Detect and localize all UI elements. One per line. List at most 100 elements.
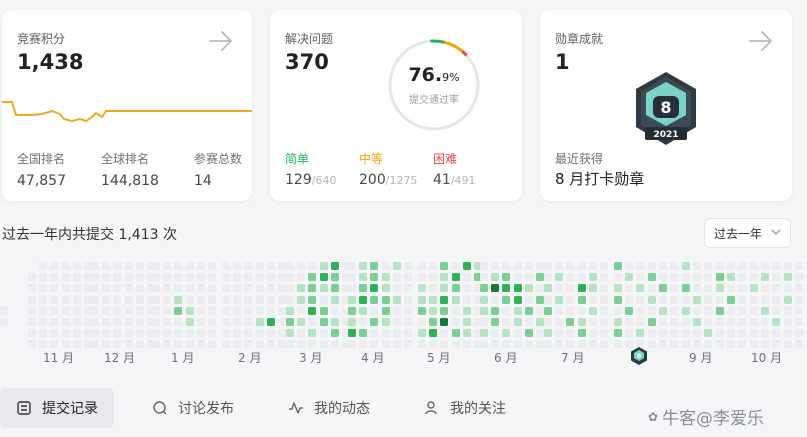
heatmap-cell[interactable] [185, 273, 194, 282]
heatmap-cell[interactable] [330, 284, 339, 293]
heatmap-cell[interactable] [536, 295, 544, 304]
heatmap-cell[interactable] [636, 262, 645, 270]
heatmap-cell[interactable] [255, 262, 264, 270]
heatmap-cell[interactable] [429, 318, 438, 326]
heatmap-cell[interactable] [783, 340, 792, 349]
heatmap-cell[interactable] [502, 329, 511, 338]
heatmap-cell[interactable] [255, 306, 264, 315]
heatmap-cell[interactable] [600, 284, 608, 293]
heatmap-cell[interactable] [348, 262, 356, 270]
heatmap-cell[interactable] [693, 340, 702, 349]
heatmap-cell[interactable] [392, 284, 401, 293]
heatmap-cell[interactable] [244, 329, 253, 338]
heatmap-cell[interactable] [404, 295, 412, 304]
heatmap-cell[interactable] [255, 329, 264, 338]
heatmap-cell[interactable] [738, 306, 746, 315]
heatmap-cell[interactable] [370, 262, 379, 270]
heatmap-cell[interactable] [524, 273, 533, 282]
heatmap-cell[interactable] [208, 329, 216, 338]
heatmap-cell[interactable] [658, 306, 667, 315]
heatmap-cell[interactable] [536, 340, 544, 349]
heatmap-cell[interactable] [208, 306, 216, 315]
heatmap-cell[interactable] [233, 284, 242, 293]
heatmap-cell[interactable] [233, 318, 242, 326]
heatmap-cell[interactable] [91, 340, 99, 349]
heatmap-cell[interactable] [761, 306, 770, 315]
heatmap-cell[interactable] [418, 318, 426, 326]
heatmap-cell[interactable] [381, 318, 390, 326]
heatmap-cell[interactable] [577, 318, 586, 326]
heatmap-cell[interactable] [658, 340, 667, 349]
heatmap-cell[interactable] [783, 318, 792, 326]
heatmap-cell[interactable] [418, 284, 426, 293]
heatmap-cell[interactable] [761, 329, 770, 338]
heatmap-cell[interactable] [502, 306, 511, 315]
heatmap-cell[interactable] [308, 273, 317, 282]
heatmap-cell[interactable] [761, 318, 770, 326]
heatmap-cell[interactable] [91, 329, 99, 338]
heatmap-cell[interactable] [152, 329, 160, 338]
heatmap-cell[interactable] [0, 306, 8, 315]
heatmap-cell[interactable] [536, 329, 544, 338]
heatmap-cell[interactable] [682, 306, 690, 315]
heatmap-cell[interactable] [163, 340, 172, 349]
heatmap-cell[interactable] [726, 295, 735, 304]
heatmap-cell[interactable] [682, 262, 690, 270]
heatmap-cell[interactable] [319, 295, 328, 304]
heatmap-cell[interactable] [196, 306, 205, 315]
heatmap-cell[interactable] [480, 295, 488, 304]
heatmap-cell[interactable] [124, 295, 133, 304]
heatmap-cell[interactable] [72, 284, 81, 293]
heatmap-cell[interactable] [255, 318, 264, 326]
heatmap-cell[interactable] [359, 329, 368, 338]
heatmap-cell[interactable] [429, 273, 438, 282]
heatmap-cell[interactable] [28, 284, 36, 293]
heatmap-cell[interactable] [451, 262, 460, 270]
heatmap-cell[interactable] [491, 262, 500, 270]
heatmap-cell[interactable] [614, 284, 622, 293]
heatmap-cell[interactable] [761, 295, 770, 304]
heatmap-cell[interactable] [135, 318, 144, 326]
heatmap-cell[interactable] [297, 318, 306, 326]
heatmap-cell[interactable] [244, 262, 253, 270]
heatmap-cell[interactable] [555, 273, 564, 282]
heatmap-cell[interactable] [196, 262, 205, 270]
heatmap-cell[interactable] [715, 329, 724, 338]
heatmap-cell[interactable] [566, 306, 575, 315]
heatmap-cell[interactable] [480, 273, 488, 282]
heatmap-cell[interactable] [124, 329, 133, 338]
heatmap-cell[interactable] [163, 306, 172, 315]
heatmap-cell[interactable] [297, 295, 306, 304]
heatmap-cell[interactable] [266, 295, 275, 304]
heatmap-cell[interactable] [772, 318, 781, 326]
heatmap-cell[interactable] [658, 318, 667, 326]
heatmap-cell[interactable] [726, 262, 735, 270]
heatmap-cell[interactable] [404, 340, 412, 349]
heatmap-cell[interactable] [772, 273, 781, 282]
heatmap-cell[interactable] [462, 340, 471, 349]
heatmap-cell[interactable] [185, 295, 194, 304]
heatmap-cell[interactable] [636, 273, 645, 282]
heatmap-cell[interactable] [359, 273, 368, 282]
heatmap-cell[interactable] [297, 273, 306, 282]
heatmap-cell[interactable] [255, 273, 264, 282]
heatmap-cell[interactable] [418, 329, 426, 338]
heatmap-cell[interactable] [61, 262, 70, 270]
heatmap-cell[interactable] [124, 262, 133, 270]
time-range-select[interactable]: 过去一年 [704, 218, 791, 248]
heatmap-cell[interactable] [772, 284, 781, 293]
heatmap-cell[interactable] [61, 340, 70, 349]
heatmap-cell[interactable] [222, 295, 230, 304]
heatmap-cell[interactable] [348, 340, 356, 349]
heatmap-cell[interactable] [174, 273, 183, 282]
heatmap-cell[interactable] [704, 318, 713, 326]
heatmap-cell[interactable] [670, 329, 678, 338]
heatmap-cell[interactable] [381, 262, 390, 270]
heatmap-cell[interactable] [738, 273, 746, 282]
heatmap-cell[interactable] [682, 340, 690, 349]
heatmap-cell[interactable] [286, 262, 294, 270]
heatmap-cell[interactable] [544, 273, 552, 282]
heatmap-cell[interactable] [185, 329, 194, 338]
heatmap-cell[interactable] [196, 329, 205, 338]
heatmap-cell[interactable] [244, 295, 253, 304]
